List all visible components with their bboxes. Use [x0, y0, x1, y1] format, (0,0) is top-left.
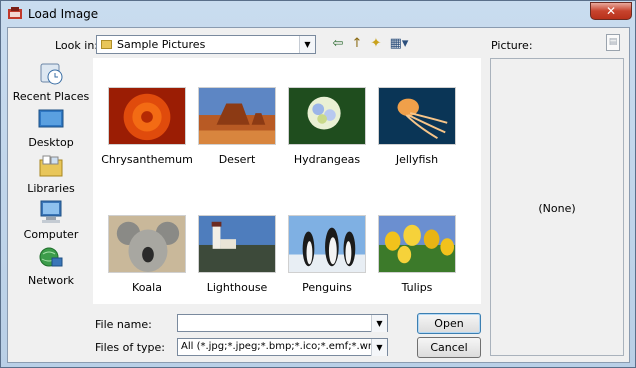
computer-icon: [40, 200, 62, 223]
file-item[interactable]: Desert: [190, 87, 280, 187]
file-item[interactable]: Chrysanthemum: [100, 87, 193, 187]
view-menu-icon[interactable]: ▦▾: [388, 36, 410, 52]
place-recent-places[interactable]: Recent Places: [13, 62, 89, 106]
picture-label: Picture:: [491, 39, 533, 52]
place-desktop[interactable]: Desktop: [16, 108, 86, 152]
desktop-icon: [38, 109, 64, 128]
preview-none-text: (None): [538, 202, 576, 215]
look-in-combo[interactable]: Sample Pictures ▼: [96, 35, 316, 54]
file-name-input[interactable]: ▼: [177, 314, 388, 332]
hydrangeas-thumbnail: [288, 87, 366, 145]
lighthouse-thumbnail: [198, 215, 276, 273]
recent-places-icon: [40, 63, 63, 85]
koala-thumbnail: [108, 215, 186, 273]
look-in-value: Sample Pictures: [117, 38, 206, 51]
place-label: Desktop: [28, 136, 74, 149]
libraries-icon: [39, 155, 63, 177]
file-name-label: Koala: [132, 281, 162, 294]
tulips-thumbnail: [378, 215, 456, 273]
file-name-label: Lighthouse: [206, 281, 268, 294]
place-libraries[interactable]: Libraries: [16, 154, 86, 198]
file-name-label: Tulips: [401, 281, 433, 294]
chrysanthemum-thumbnail: [108, 87, 186, 145]
place-label: Libraries: [27, 182, 75, 195]
place-label: Recent Places: [12, 90, 90, 103]
file-name-label: Hydrangeas: [293, 153, 361, 166]
close-button[interactable]: ✕: [590, 2, 632, 20]
place-label: Network: [28, 274, 74, 287]
place-label: Computer: [23, 228, 79, 241]
title-bar[interactable]: Load Image ✕: [1, 1, 635, 27]
file-name-label: Penguins: [302, 281, 352, 294]
network-icon: [39, 247, 63, 267]
cancel-button[interactable]: Cancel: [417, 337, 481, 358]
window-title: Load Image: [28, 7, 99, 21]
file-item[interactable]: Penguins: [280, 215, 370, 315]
file-item[interactable]: Hydrangeas: [280, 87, 370, 187]
file-name-label-text: File name:: [95, 318, 152, 331]
dialog-client: Look in: Sample Pictures ▼ ⇦ ↑ ✦ ▦▾ Pict…: [7, 27, 630, 363]
back-icon[interactable]: ⇦: [330, 36, 346, 52]
file-name-label: Desert: [218, 153, 256, 166]
place-computer[interactable]: Computer: [16, 200, 86, 244]
file-type-label: Files of type:: [95, 341, 166, 354]
desert-thumbnail: [198, 87, 276, 145]
file-type-value: All (*.jpg;*.jpeg;*.bmp;*.ico;*.emf;*.wm…: [181, 341, 386, 352]
file-item[interactable]: Tulips: [370, 215, 460, 315]
up-folder-icon[interactable]: ↑: [349, 36, 365, 52]
file-list[interactable]: Chrysanthemum Desert Hydrangeas Jellyfis…: [93, 58, 481, 304]
chevron-down-icon[interactable]: ▼: [371, 339, 387, 356]
jellyfish-thumbnail: [378, 87, 456, 145]
file-type-combo[interactable]: All (*.jpg;*.jpeg;*.bmp;*.ico;*.emf;*.wm…: [177, 338, 388, 356]
chevron-down-icon[interactable]: ▼: [371, 315, 387, 332]
file-item[interactable]: Koala: [100, 215, 190, 315]
penguins-thumbnail: [288, 215, 366, 273]
chevron-down-icon[interactable]: ▼: [299, 36, 315, 53]
load-image-dialog: Load Image ✕ Look in: Sample Pictures ▼ …: [0, 0, 636, 368]
app-icon: [8, 7, 22, 19]
folder-icon: [101, 40, 112, 49]
picture-preview-icon: ▤: [606, 34, 620, 51]
open-button[interactable]: Open: [417, 313, 481, 334]
place-network[interactable]: Network: [16, 246, 86, 290]
new-folder-icon[interactable]: ✦: [368, 36, 384, 52]
look-in-label: Look in:: [55, 39, 98, 52]
file-item[interactable]: Lighthouse: [190, 215, 280, 315]
file-name-label: Jellyfish: [395, 153, 439, 166]
file-name-label: Chrysanthemum: [101, 153, 193, 166]
preview-pane: (None): [490, 58, 624, 356]
file-item[interactable]: Jellyfish: [370, 87, 460, 187]
